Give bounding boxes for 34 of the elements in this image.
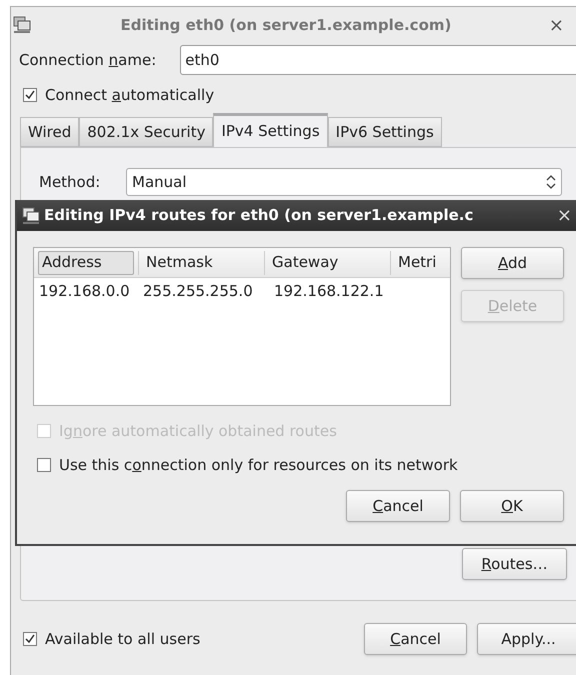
- table-cell-text: 192.168.0.0: [38, 280, 131, 302]
- field-label: Connection name:: [19, 50, 156, 71]
- column-header[interactable]: Gateway: [264, 250, 390, 274]
- column-header[interactable]: Netmask: [138, 250, 264, 274]
- network-icon: [13, 16, 31, 34]
- close-button[interactable]: ×: [556, 202, 572, 229]
- spinner-arrows-icon: [546, 175, 556, 189]
- table-cell-text: 255.255.255.0: [142, 280, 254, 302]
- button[interactable]: Apply...: [477, 623, 576, 655]
- field-label: Method:: [39, 172, 102, 193]
- tab[interactable]: 802.1x Security: [79, 117, 214, 147]
- connection-name-field[interactable]: eth0: [180, 45, 576, 75]
- tab[interactable]: IPv6 Settings: [328, 117, 442, 147]
- button[interactable]: Routes…: [462, 548, 567, 580]
- button[interactable]: Add: [461, 247, 564, 279]
- dialog-title: Editing IPv4 routes for eth0 (on server1.example.c: [44, 205, 474, 226]
- checkbox-label: Use this connection only for resources on its network: [59, 454, 458, 476]
- table-cell-text: 192.168.122.1: [273, 280, 385, 302]
- method-dropdown[interactable]: Manual: [126, 168, 562, 196]
- network-icon: [22, 206, 40, 224]
- checkbox[interactable]: [23, 632, 37, 646]
- close-button[interactable]: ×: [540, 12, 572, 38]
- tab[interactable]: IPv4 Settings: [213, 113, 328, 147]
- checkbox-label: Connect automatically: [45, 84, 214, 106]
- tab[interactable]: Wired: [20, 117, 80, 147]
- column-header[interactable]: Address: [38, 250, 134, 274]
- button[interactable]: Cancel: [364, 623, 467, 655]
- checkbox[interactable]: [23, 88, 37, 102]
- column-header[interactable]: Metri: [390, 250, 450, 274]
- window-title: Editing eth0 (on server1.example.com): [120, 14, 452, 36]
- checkbox-label: Available to all users: [45, 628, 200, 650]
- checkbox[interactable]: [37, 458, 51, 472]
- button[interactable]: Cancel: [346, 490, 450, 522]
- button[interactable]: OK: [460, 490, 564, 522]
